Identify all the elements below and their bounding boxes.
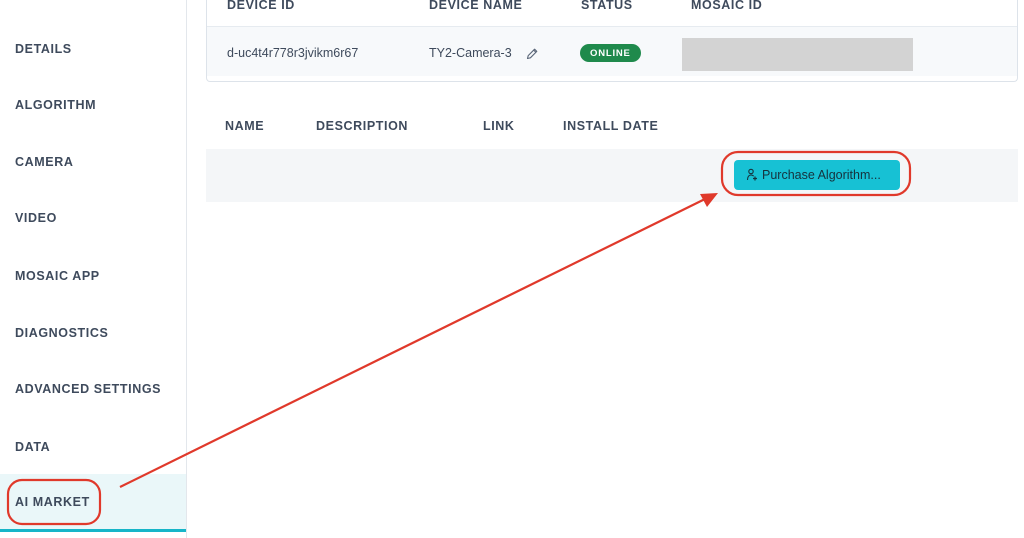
sidebar-item-label: DATA (15, 440, 51, 454)
purchase-algorithm-button[interactable]: Purchase Algorithm... (734, 160, 900, 190)
sidebar-item-video[interactable]: VIDEO (0, 198, 186, 238)
sidebar-item-label: MOSAIC APP (15, 269, 100, 283)
column-header-name: NAME (225, 119, 265, 133)
sidebar-item-diagnostics[interactable]: DIAGNOSTICS (0, 313, 186, 353)
sidebar-item-data[interactable]: DATA (0, 427, 186, 467)
table-row: d-uc4t4r778r3jvikm6r67 TY2-Camera-3 ONLI… (207, 26, 1017, 76)
sidebar-item-label: VIDEO (15, 211, 57, 225)
annotation-arrow-line (119, 198, 706, 488)
device-table-header: DEVICE ID DEVICE NAME STATUS MOSAIC ID (207, 0, 1017, 22)
pencil-icon[interactable] (525, 47, 539, 61)
pencil-icon-glyph (526, 48, 538, 60)
device-name-value: TY2-Camera-3 (429, 46, 512, 60)
algorithm-table-row: Purchase Algorithm... (206, 149, 1018, 202)
column-header-mosaic-id: MOSAIC ID (691, 0, 763, 12)
sidebar-item-algorithm[interactable]: ALGORITHM (0, 85, 186, 125)
status-badge: ONLINE (580, 44, 641, 62)
sidebar-item-details[interactable]: DETAILS (0, 29, 186, 69)
sidebar-item-label: DIAGNOSTICS (15, 326, 109, 340)
purchase-algorithm-icon (746, 168, 758, 182)
purchase-algorithm-label: Purchase Algorithm... (762, 168, 881, 182)
sidebar-item-label: ADVANCED SETTINGS (15, 382, 162, 396)
column-header-link: LINK (483, 119, 515, 133)
column-header-status: STATUS (581, 0, 633, 12)
algorithm-table-header: NAME DESCRIPTION LINK INSTALL DATE (206, 112, 1018, 142)
sidebar-item-label: CAMERA (15, 155, 74, 169)
sidebar: DETAILS ALGORITHM CAMERA VIDEO MOSAIC AP… (0, 0, 187, 538)
mosaic-id-redacted (682, 38, 913, 71)
sidebar-item-label: DETAILS (15, 42, 72, 56)
sidebar-item-camera[interactable]: CAMERA (0, 142, 186, 182)
sidebar-item-advanced-settings[interactable]: ADVANCED SETTINGS (0, 369, 186, 409)
device-table: DEVICE ID DEVICE NAME STATUS MOSAIC ID d… (206, 0, 1018, 82)
column-header-description: DESCRIPTION (316, 119, 409, 133)
device-id-value: d-uc4t4r778r3jvikm6r67 (227, 46, 359, 60)
column-header-device-name: DEVICE NAME (429, 0, 523, 12)
sidebar-item-ai-market[interactable]: AI MARKET (0, 474, 186, 532)
sidebar-item-mosaic-app[interactable]: MOSAIC APP (0, 256, 186, 296)
sidebar-item-label: ALGORITHM (15, 98, 97, 112)
sidebar-item-label: AI MARKET (15, 494, 90, 509)
column-header-install-date: INSTALL DATE (563, 119, 659, 133)
column-header-device-id: DEVICE ID (227, 0, 295, 12)
